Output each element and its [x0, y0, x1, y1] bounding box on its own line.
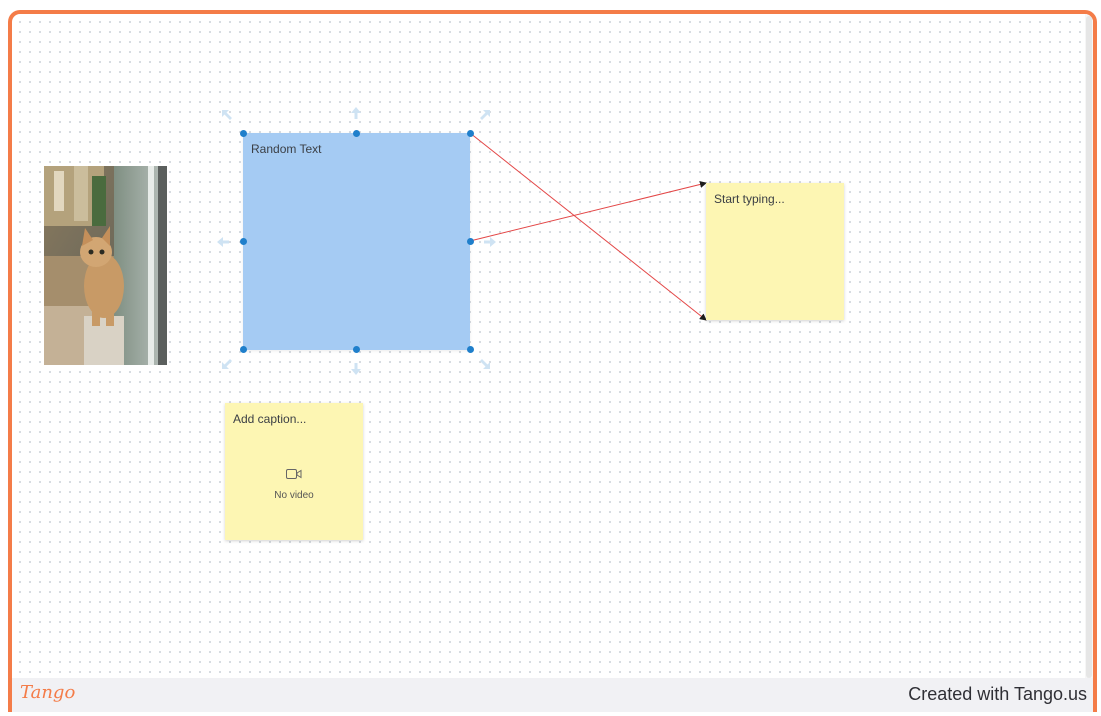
kitten-photo[interactable] — [44, 166, 167, 365]
video-sticky-note[interactable]: Add caption... No video — [225, 403, 363, 540]
selected-shape[interactable]: Random Text — [243, 133, 470, 350]
resize-handle-bottom-left[interactable] — [240, 346, 247, 353]
resize-handle-top-left[interactable] — [240, 130, 247, 137]
no-video-label: No video — [274, 490, 314, 501]
arrow-left-icon[interactable] — [216, 235, 230, 249]
resize-handle-bottom[interactable] — [353, 346, 360, 353]
connector-arrow-2[interactable] — [469, 181, 707, 242]
arrow-down-left-icon[interactable] — [220, 357, 234, 371]
sticky-note-text[interactable]: Start typing... — [714, 192, 785, 206]
arrow-right-icon[interactable] — [483, 235, 497, 249]
resize-handle-top-right[interactable] — [467, 130, 474, 137]
arrow-up-left-icon[interactable] — [220, 108, 234, 122]
video-camera-icon — [286, 469, 302, 479]
photo-icon — [44, 166, 167, 365]
created-with-credit[interactable]: Created with Tango.us — [908, 684, 1087, 705]
connector-arrow-1[interactable] — [469, 132, 707, 321]
resize-handle-right[interactable] — [467, 238, 474, 245]
arrow-down-right-icon[interactable] — [478, 357, 492, 371]
connector-layer — [469, 132, 707, 321]
sticky-note[interactable]: Start typing... — [706, 183, 844, 320]
arrow-down-icon[interactable] — [349, 362, 363, 376]
arrow-up-icon[interactable] — [349, 106, 363, 120]
resize-handle-left[interactable] — [240, 238, 247, 245]
shape-text[interactable]: Random Text — [251, 142, 321, 156]
resize-handle-top[interactable] — [353, 130, 360, 137]
vertical-scrollbar[interactable] — [1085, 14, 1093, 682]
tango-logo: Tango — [20, 682, 76, 703]
arrow-up-right-icon[interactable] — [478, 108, 492, 122]
footer-bar: Tango Created with Tango.us — [12, 678, 1093, 712]
whiteboard-canvas[interactable]: Random Text Start typing... Add caption.… — [8, 10, 1097, 712]
resize-handle-bottom-right[interactable] — [467, 346, 474, 353]
caption-input[interactable]: Add caption... — [233, 412, 306, 426]
scrollbar-thumb[interactable] — [1086, 16, 1092, 678]
